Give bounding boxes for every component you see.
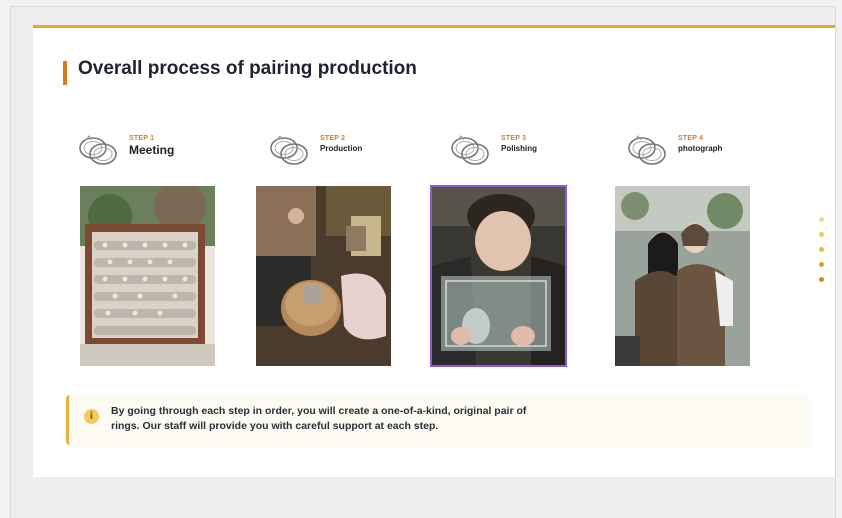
carousel-dot-2[interactable] bbox=[819, 232, 824, 237]
page-title: Overall process of pairing production bbox=[78, 58, 417, 79]
carousel-dot-5[interactable] bbox=[819, 277, 824, 282]
ring-pair-icon bbox=[79, 135, 117, 165]
ring-pair-icon bbox=[451, 135, 489, 165]
title-marker bbox=[63, 61, 67, 85]
step-2-name: Production bbox=[320, 144, 363, 153]
info-note-text: By going through each step in order, you… bbox=[111, 405, 527, 432]
ring-pair-icon bbox=[628, 135, 666, 165]
top-accent-rule bbox=[33, 25, 835, 28]
step-3-name: Polishing bbox=[501, 144, 537, 153]
ring-display-tray-photo[interactable] bbox=[80, 186, 215, 366]
ring-pair-icon bbox=[270, 135, 308, 165]
step-4-label: STEP 4 bbox=[678, 135, 704, 142]
page-frame: Overall process of pairing production ST… bbox=[10, 6, 836, 518]
ring-polishing-photo[interactable] bbox=[430, 185, 567, 367]
info-note: i By going through each step in order, y… bbox=[66, 395, 809, 445]
info-icon: i bbox=[84, 409, 99, 424]
step-4-header: STEP 4 photograph bbox=[626, 130, 736, 180]
carousel-dot-1[interactable] bbox=[819, 217, 824, 222]
step-3-header: STEP 3 Polishing bbox=[449, 130, 559, 180]
carousel-dot-3[interactable] bbox=[819, 247, 824, 252]
step-3-label: STEP 3 bbox=[501, 135, 527, 142]
step-2-header: STEP 2 Production bbox=[268, 130, 378, 180]
step-1-label: STEP 1 bbox=[129, 135, 155, 142]
step-4-name: photograph bbox=[678, 144, 723, 153]
step-1-name: Meeting bbox=[129, 143, 175, 157]
carousel-pagination bbox=[819, 217, 827, 292]
ring-production-workbench-photo[interactable] bbox=[256, 186, 391, 366]
step-2-label: STEP 2 bbox=[320, 135, 346, 142]
couple-photograph-photo[interactable] bbox=[615, 186, 750, 366]
content-card: Overall process of pairing production ST… bbox=[33, 25, 835, 477]
carousel-dot-4[interactable] bbox=[819, 262, 824, 267]
step-1-header: STEP 1 Meeting bbox=[77, 130, 187, 180]
